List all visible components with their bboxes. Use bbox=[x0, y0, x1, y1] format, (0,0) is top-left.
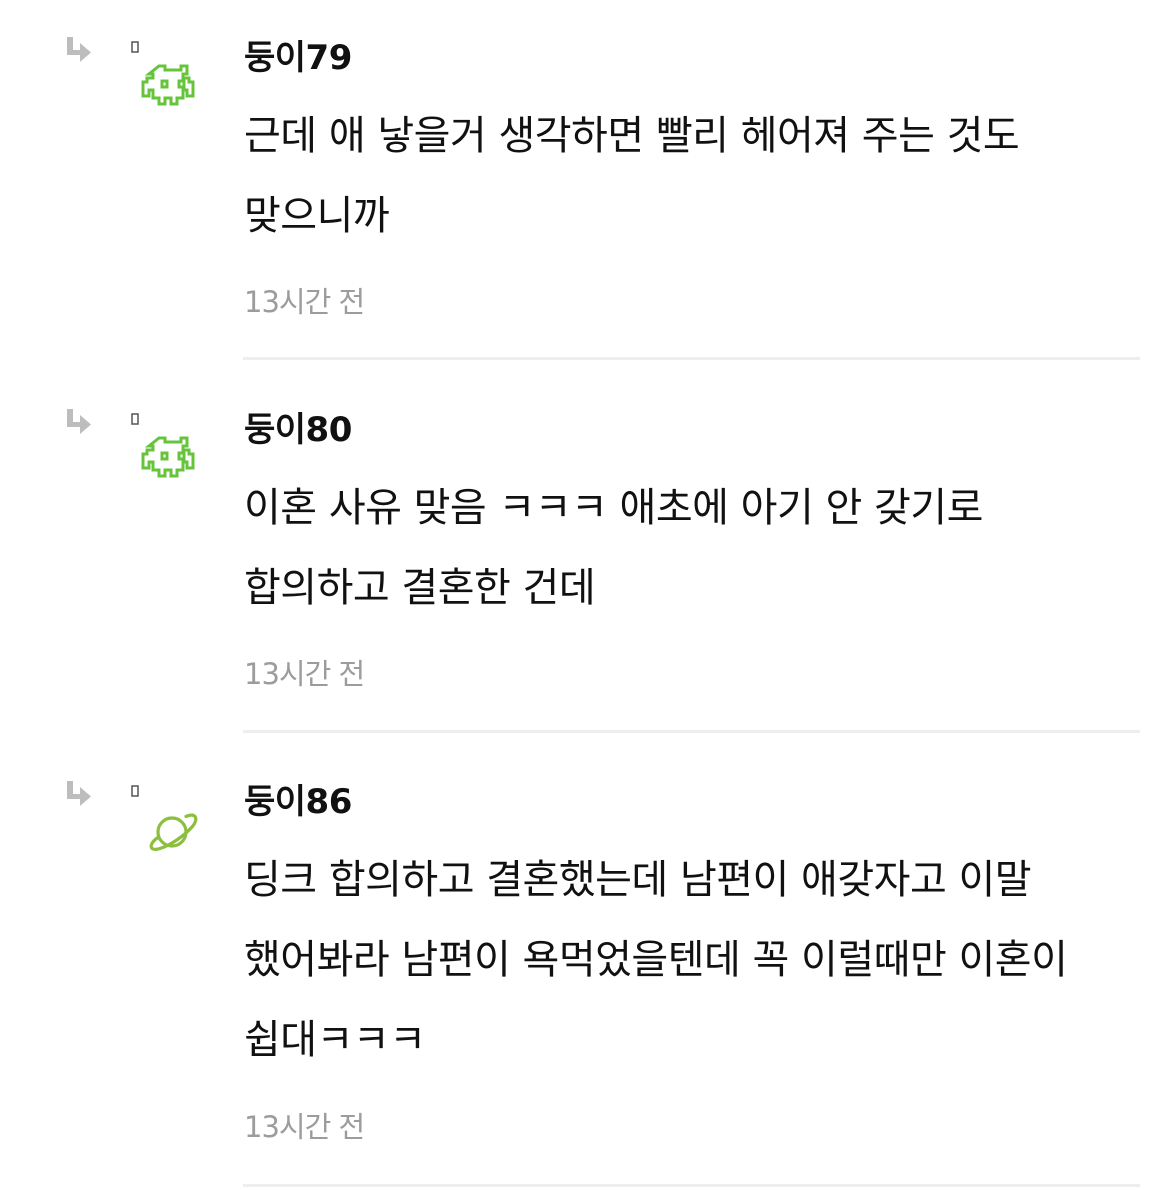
comment-time: 13시간 전 bbox=[244, 657, 365, 691]
broken-image-icon bbox=[131, 41, 139, 53]
planet-icon bbox=[149, 813, 198, 851]
broken-image-icon bbox=[131, 413, 139, 425]
broken-image-icon bbox=[131, 785, 139, 797]
comment-divider bbox=[243, 357, 1140, 360]
comment-author: 둥이80 bbox=[244, 410, 352, 450]
comment-text: 딩크 합의하고 결혼했는데 남편이 애갖자고 이말 했어봐라 남편이 욕먹었을텐… bbox=[244, 857, 1068, 1063]
reply-arrow-icon bbox=[67, 781, 91, 806]
reply-arrow-icon bbox=[67, 37, 91, 62]
comment-time: 13시간 전 bbox=[244, 285, 365, 319]
reply-arrow-icon bbox=[67, 409, 91, 434]
space-invader-icon bbox=[141, 436, 195, 478]
comment-divider bbox=[243, 1184, 1140, 1187]
comment-author: 둥이79 bbox=[244, 38, 352, 78]
comment-text: 근데 애 낳을거 생각하면 빨리 헤어져 주는 것도 맞으니까 bbox=[244, 113, 1020, 239]
comment-divider bbox=[243, 730, 1140, 733]
space-invader-icon bbox=[141, 64, 195, 106]
comment-text: 이혼 사유 맞음 ㅋㅋㅋ 애초에 아기 안 갖기로 합의하고 결혼한 건데 bbox=[244, 485, 983, 611]
comment-author: 둥이86 bbox=[244, 782, 352, 822]
comment-time: 13시간 전 bbox=[244, 1110, 365, 1144]
